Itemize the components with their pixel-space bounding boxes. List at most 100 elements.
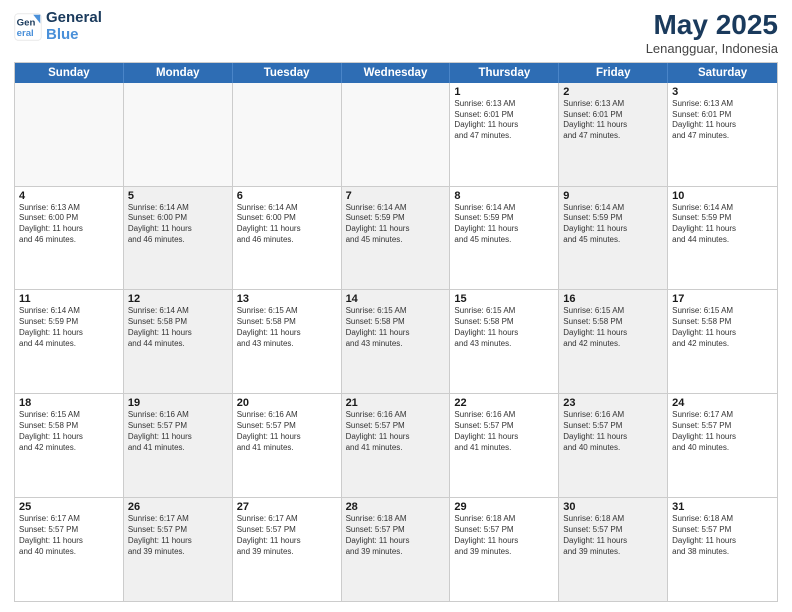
calendar-row: 18Sunrise: 6:15 AM Sunset: 5:58 PM Dayli… <box>15 393 777 497</box>
calendar-header-day: Monday <box>124 63 233 83</box>
calendar-header-day: Friday <box>559 63 668 83</box>
day-number: 12 <box>128 293 228 305</box>
day-number: 25 <box>19 501 119 513</box>
calendar-cell: 5Sunrise: 6:14 AM Sunset: 6:00 PM Daylig… <box>124 187 233 290</box>
day-info: Sunrise: 6:15 AM Sunset: 5:58 PM Dayligh… <box>454 306 554 349</box>
day-number: 5 <box>128 190 228 202</box>
calendar-cell: 17Sunrise: 6:15 AM Sunset: 5:58 PM Dayli… <box>668 290 777 393</box>
calendar-cell: 23Sunrise: 6:16 AM Sunset: 5:57 PM Dayli… <box>559 394 668 497</box>
calendar-header: SundayMondayTuesdayWednesdayThursdayFrid… <box>15 63 777 83</box>
calendar-row: 11Sunrise: 6:14 AM Sunset: 5:59 PM Dayli… <box>15 289 777 393</box>
day-number: 27 <box>237 501 337 513</box>
day-number: 16 <box>563 293 663 305</box>
calendar-header-day: Thursday <box>450 63 559 83</box>
day-info: Sunrise: 6:14 AM Sunset: 5:59 PM Dayligh… <box>19 306 119 349</box>
calendar-cell: 9Sunrise: 6:14 AM Sunset: 5:59 PM Daylig… <box>559 187 668 290</box>
calendar-cell: 30Sunrise: 6:18 AM Sunset: 5:57 PM Dayli… <box>559 498 668 601</box>
day-info: Sunrise: 6:18 AM Sunset: 5:57 PM Dayligh… <box>563 514 663 557</box>
day-number: 18 <box>19 397 119 409</box>
svg-text:Gen: Gen <box>17 17 36 28</box>
day-number: 14 <box>346 293 446 305</box>
calendar-cell: 31Sunrise: 6:18 AM Sunset: 5:57 PM Dayli… <box>668 498 777 601</box>
day-info: Sunrise: 6:14 AM Sunset: 5:58 PM Dayligh… <box>128 306 228 349</box>
day-info: Sunrise: 6:16 AM Sunset: 5:57 PM Dayligh… <box>454 410 554 453</box>
calendar-cell: 18Sunrise: 6:15 AM Sunset: 5:58 PM Dayli… <box>15 394 124 497</box>
day-info: Sunrise: 6:15 AM Sunset: 5:58 PM Dayligh… <box>672 306 773 349</box>
day-info: Sunrise: 6:15 AM Sunset: 5:58 PM Dayligh… <box>237 306 337 349</box>
header: Gen eral General Blue May 2025 Lenanggua… <box>14 10 778 56</box>
calendar-cell: 14Sunrise: 6:15 AM Sunset: 5:58 PM Dayli… <box>342 290 451 393</box>
day-number: 30 <box>563 501 663 513</box>
day-number: 15 <box>454 293 554 305</box>
day-number: 10 <box>672 190 773 202</box>
logo-text: General Blue <box>46 10 102 43</box>
day-number: 31 <box>672 501 773 513</box>
calendar-cell: 16Sunrise: 6:15 AM Sunset: 5:58 PM Dayli… <box>559 290 668 393</box>
day-info: Sunrise: 6:13 AM Sunset: 6:00 PM Dayligh… <box>19 203 119 246</box>
day-info: Sunrise: 6:17 AM Sunset: 5:57 PM Dayligh… <box>672 410 773 453</box>
day-info: Sunrise: 6:16 AM Sunset: 5:57 PM Dayligh… <box>346 410 446 453</box>
day-number: 9 <box>563 190 663 202</box>
calendar-row: 1 Sunrise: 6:13 AM Sunset: 6:01 PM Daylig… <box>15 83 777 186</box>
calendar-cell: 7Sunrise: 6:14 AM Sunset: 5:59 PM Daylig… <box>342 187 451 290</box>
calendar-cell: 6Sunrise: 6:14 AM Sunset: 6:00 PM Daylig… <box>233 187 342 290</box>
day-info: Sunrise: 6:13 AM Sunset: 6:01 PM Dayligh… <box>563 99 663 142</box>
day-number: 24 <box>672 397 773 409</box>
calendar-cell: 2Sunrise: 6:13 AM Sunset: 6:01 PM Daylig… <box>559 83 668 186</box>
day-number: 21 <box>346 397 446 409</box>
calendar-cell: 26Sunrise: 6:17 AM Sunset: 5:57 PM Dayli… <box>124 498 233 601</box>
calendar-header-day: Saturday <box>668 63 777 83</box>
calendar-cell: 20Sunrise: 6:16 AM Sunset: 5:57 PM Dayli… <box>233 394 342 497</box>
day-number: 3 <box>672 86 773 98</box>
day-info: Sunrise: 6:14 AM Sunset: 5:59 PM Dayligh… <box>563 203 663 246</box>
day-info: Sunrise: 6:18 AM Sunset: 5:57 PM Dayligh… <box>672 514 773 557</box>
calendar-cell: 4Sunrise: 6:13 AM Sunset: 6:00 PM Daylig… <box>15 187 124 290</box>
day-info: Sunrise: 6:17 AM Sunset: 5:57 PM Dayligh… <box>237 514 337 557</box>
day-info: Sunrise: 6:17 AM Sunset: 5:57 PM Dayligh… <box>128 514 228 557</box>
day-number: 8 <box>454 190 554 202</box>
day-number: 22 <box>454 397 554 409</box>
calendar-cell: 10Sunrise: 6:14 AM Sunset: 5:59 PM Dayli… <box>668 187 777 290</box>
day-info: Sunrise: 6:14 AM Sunset: 6:00 PM Dayligh… <box>237 203 337 246</box>
calendar-cell <box>233 83 342 186</box>
day-info: Sunrise: 6:18 AM Sunset: 5:57 PM Dayligh… <box>346 514 446 557</box>
logo: Gen eral General Blue <box>14 10 102 43</box>
title-block: May 2025 Lenangguar, Indonesia <box>646 10 778 56</box>
day-info: Sunrise: 6:14 AM Sunset: 5:59 PM Dayligh… <box>346 203 446 246</box>
month-title: May 2025 <box>646 10 778 41</box>
day-number: 1 <box>454 86 554 98</box>
day-info: Sunrise: 6:15 AM Sunset: 5:58 PM Dayligh… <box>346 306 446 349</box>
calendar-header-day: Tuesday <box>233 63 342 83</box>
calendar-cell <box>124 83 233 186</box>
calendar-cell: 13Sunrise: 6:15 AM Sunset: 5:58 PM Dayli… <box>233 290 342 393</box>
calendar-cell: 12Sunrise: 6:14 AM Sunset: 5:58 PM Dayli… <box>124 290 233 393</box>
day-number: 26 <box>128 501 228 513</box>
calendar-cell: 24Sunrise: 6:17 AM Sunset: 5:57 PM Dayli… <box>668 394 777 497</box>
calendar-cell: 21Sunrise: 6:16 AM Sunset: 5:57 PM Dayli… <box>342 394 451 497</box>
calendar-cell: 8Sunrise: 6:14 AM Sunset: 5:59 PM Daylig… <box>450 187 559 290</box>
day-number: 20 <box>237 397 337 409</box>
subtitle: Lenangguar, Indonesia <box>646 41 778 56</box>
day-info: Sunrise: 6:16 AM Sunset: 5:57 PM Dayligh… <box>563 410 663 453</box>
day-number: 28 <box>346 501 446 513</box>
calendar-cell: 25Sunrise: 6:17 AM Sunset: 5:57 PM Dayli… <box>15 498 124 601</box>
day-info: Sunrise: 6:13 AM Sunset: 6:01 PM Dayligh… <box>672 99 773 142</box>
day-info: Sunrise: 6:14 AM Sunset: 5:59 PM Dayligh… <box>672 203 773 246</box>
calendar-cell: 29Sunrise: 6:18 AM Sunset: 5:57 PM Dayli… <box>450 498 559 601</box>
svg-text:eral: eral <box>17 27 34 38</box>
day-number: 6 <box>237 190 337 202</box>
page: Gen eral General Blue May 2025 Lenanggua… <box>0 0 792 612</box>
calendar-row: 4Sunrise: 6:13 AM Sunset: 6:00 PM Daylig… <box>15 186 777 290</box>
calendar-cell: 11Sunrise: 6:14 AM Sunset: 5:59 PM Dayli… <box>15 290 124 393</box>
calendar-cell <box>15 83 124 186</box>
calendar-cell: 27Sunrise: 6:17 AM Sunset: 5:57 PM Dayli… <box>233 498 342 601</box>
calendar-header-day: Sunday <box>15 63 124 83</box>
day-number: 17 <box>672 293 773 305</box>
logo-line1: General <box>46 10 102 27</box>
calendar-cell: 22Sunrise: 6:16 AM Sunset: 5:57 PM Dayli… <box>450 394 559 497</box>
day-info: Sunrise: 6:18 AM Sunset: 5:57 PM Dayligh… <box>454 514 554 557</box>
day-number: 23 <box>563 397 663 409</box>
day-info: Sunrise: 6:15 AM Sunset: 5:58 PM Dayligh… <box>19 410 119 453</box>
day-info: Sunrise: 6:14 AM Sunset: 6:00 PM Dayligh… <box>128 203 228 246</box>
day-number: 4 <box>19 190 119 202</box>
